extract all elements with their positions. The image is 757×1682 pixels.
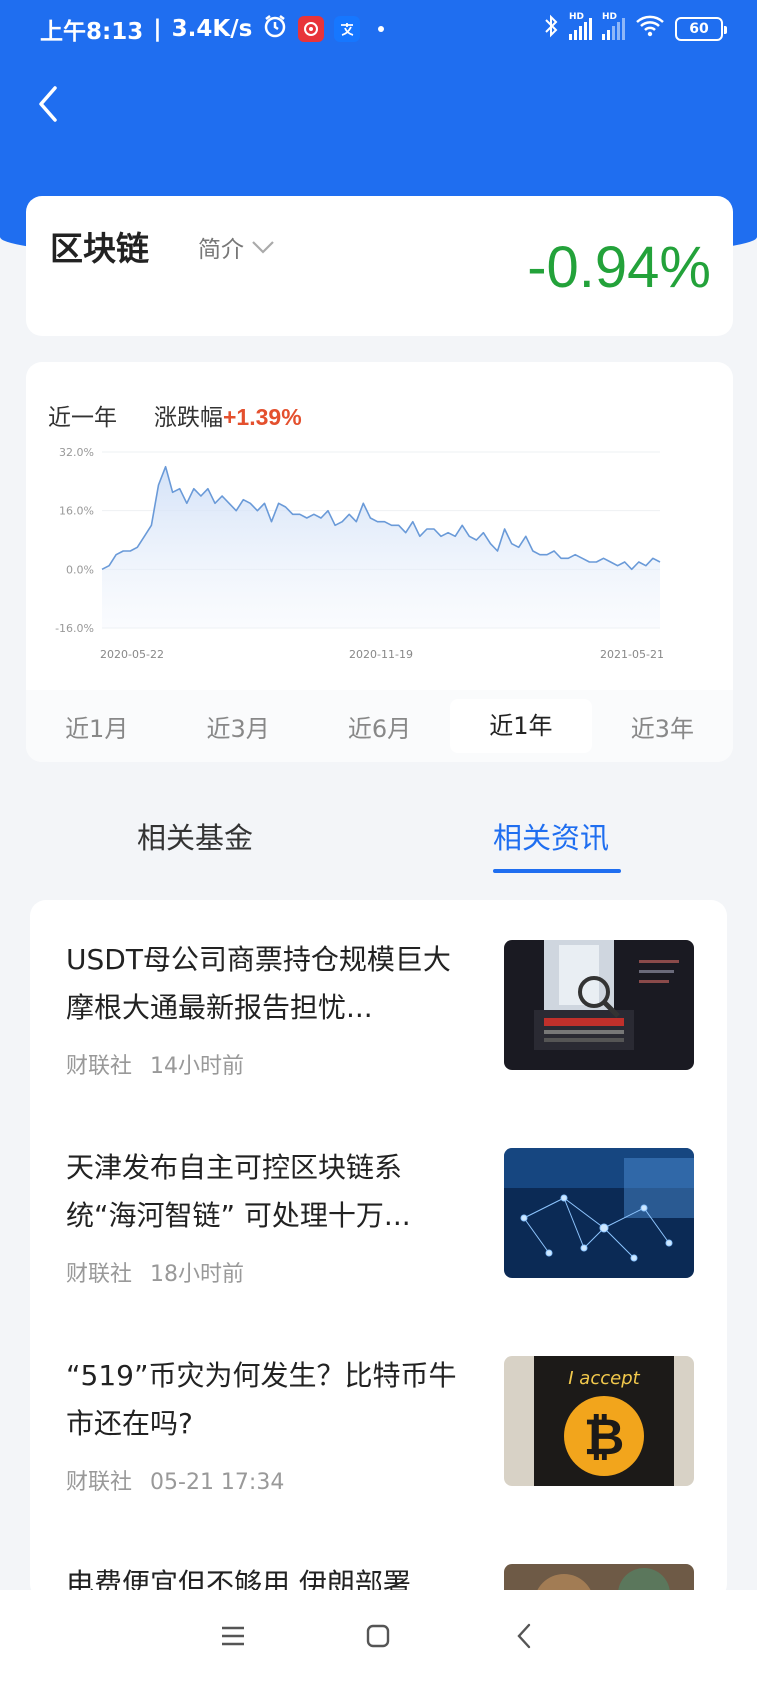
performance-chart: 32.0% 16.0% 0.0% -16.0% 2020-05-22 2020-11-19… [55,446,664,661]
change-label-row: 涨跌幅+1.39% [154,398,302,432]
news-time: 14小时前 [150,1054,245,1079]
status-bar: 上午8:13 | 3.4K/s HD HD 60 [0,0,757,58]
news-meta: 财联社 18小时前 [66,1256,244,1288]
alipay-icon [334,16,361,42]
news-time: 05-21 17:34 [150,1470,285,1495]
news-source: 财联社 [66,1054,133,1079]
chart-card: 近一年 涨跌幅+1.39% 32.0% 16.0% 0.0% -16.0% 2020-0… [26,362,733,762]
netease-music-icon [298,16,325,42]
svg-text:₿: ₿ [584,1408,625,1466]
range-tab-1y[interactable]: 近1年 [450,699,592,753]
home-button[interactable] [354,1612,402,1660]
news-title: “519”币灾为何发生？比特币牛市还在吗? [66,1359,457,1440]
chevron-down-icon [252,241,274,254]
y-tick-label: 16.0% [59,505,94,518]
range-tab-3y[interactable]: 近3年 [592,709,733,744]
signal-hd-icon: HD [602,12,625,40]
notification-dot [378,26,385,32]
y-tick-label: -16.0% [55,622,94,635]
x-tick-label: 2020-05-22 [100,648,164,661]
battery-icon: 60 [675,17,727,41]
back-icon [517,1623,531,1649]
change-label: 涨跌幅 [154,405,223,431]
x-tick-label: 2021-05-21 [600,648,664,661]
chevron-left-icon [39,86,57,122]
news-list: USDT母公司商票持仓规模巨大 摩根大通最新报告担忧... 财联社 14小时前 天… [30,900,727,1600]
period-label: 近一年 [48,405,117,431]
magnifier-laptop-image [504,940,694,1070]
status-time: 上午8:13 [40,19,144,45]
list-item[interactable]: 电费便宜但不够用 伊朗部署 [30,1524,727,1600]
alarm-icon [262,13,288,45]
news-title: USDT母公司商票持仓规模巨大 摩根大通最新报告担忧... [66,943,451,1024]
back-button[interactable] [28,82,68,126]
tab-related-funds[interactable]: 相关基金 [137,815,253,857]
signal-hd-icon: HD [569,12,592,40]
system-back-button[interactable] [500,1612,548,1660]
wifi-icon [635,14,665,44]
range-tabs: 近1月 近3月 近6月 近1年 近3年 [26,690,733,762]
range-tab-6m[interactable]: 近6月 [309,709,450,744]
system-nav-bar [0,1590,757,1682]
sector-name: 区块链 [50,229,149,268]
content-tabs: 相关基金 相关资讯 [0,805,757,875]
list-item[interactable]: USDT母公司商票持仓规模巨大 摩根大通最新报告担忧... 财联社 14小时前 [30,900,727,1108]
news-title: 天津发布自主可控区块链系统“海河智链” 可处理十万... [66,1151,411,1232]
bluetooth-icon [543,13,559,45]
network-nodes-image [504,1148,694,1278]
bitcoin-sign-image: ₿ I accept [504,1356,694,1486]
menu-button[interactable] [209,1612,257,1660]
active-tab-indicator [493,869,621,873]
news-time: 18小时前 [150,1262,245,1287]
intro-toggle[interactable]: 简介 [198,230,276,264]
series-area [102,466,660,628]
news-meta: 财联社 05-21 17:34 [66,1464,284,1496]
x-tick-label: 2020-11-19 [349,648,413,661]
change-value: +1.39% [223,404,302,430]
y-tick-label: 32.0% [59,446,94,459]
sector-change-pct: -0.94% [527,235,711,300]
sector-card: 区块链 简介 -0.94% [26,196,733,336]
svg-text:I accept: I accept [568,1368,640,1389]
net-speed: 3.4K/s [171,16,253,42]
intro-label: 简介 [198,237,244,263]
range-tab-3m[interactable]: 近3月 [167,709,308,744]
home-icon [367,1624,390,1648]
list-item[interactable]: “519”币灾为何发生？比特币牛市还在吗? 财联社 05-21 17:34 ₿ I… [30,1316,727,1524]
y-tick-label: 0.0% [66,563,94,576]
range-tab-1m[interactable]: 近1月 [26,709,167,744]
menu-icon [221,1626,244,1646]
tab-related-news[interactable]: 相关资讯 [493,815,609,857]
news-source: 财联社 [66,1470,133,1495]
news-meta: 财联社 14小时前 [66,1048,244,1080]
news-source: 财联社 [66,1262,133,1287]
list-item[interactable]: 天津发布自主可控区块链系统“海河智链” 可处理十万... 财联社 18小时前 [30,1108,727,1316]
